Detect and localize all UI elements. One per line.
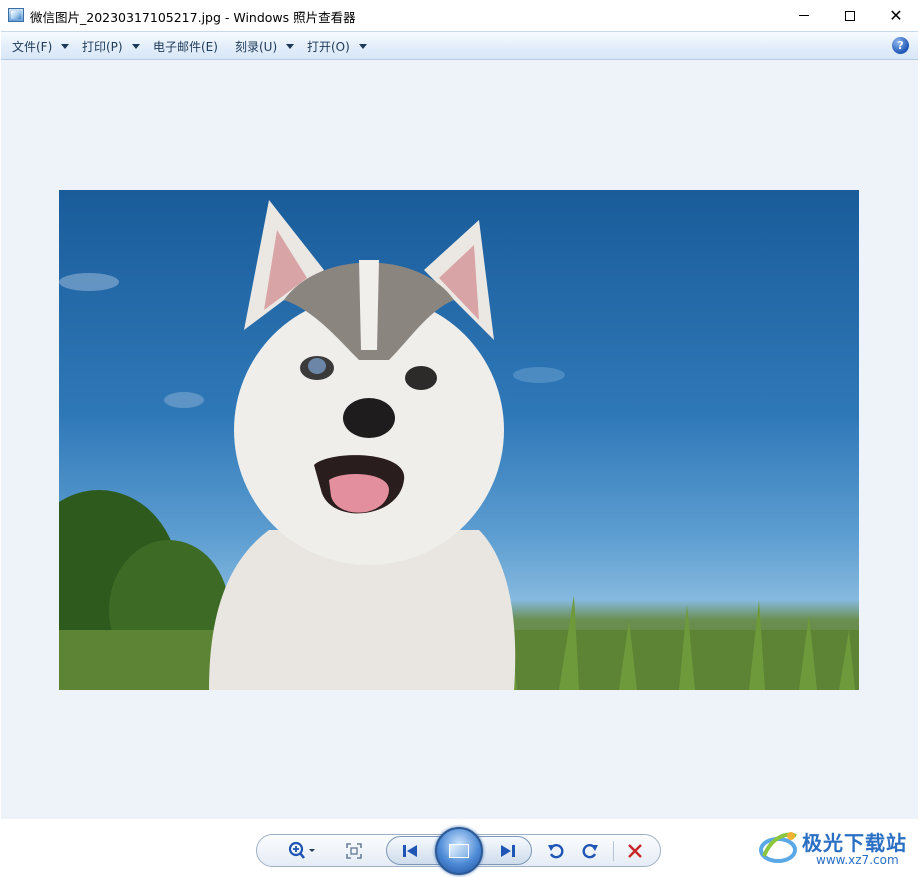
menu-burn-label: 刻录(U) <box>235 40 278 54</box>
minimize-icon <box>799 15 809 16</box>
displayed-photo <box>59 190 859 690</box>
previous-icon <box>403 845 417 857</box>
rotate-counterclockwise-button[interactable] <box>545 840 567 862</box>
chevron-down-icon <box>358 44 367 49</box>
photo-viewer-app-icon[interactable] <box>8 8 24 22</box>
menu-open-label: 打开(O) <box>307 40 350 54</box>
menu-email[interactable]: 电子邮件(E) <box>153 38 218 55</box>
next-icon <box>501 845 515 857</box>
watermark-url: www.xz7.com <box>816 853 899 867</box>
delete-button[interactable] <box>624 840 646 862</box>
close-icon: ✕ <box>889 5 903 25</box>
chevron-down-icon <box>131 44 140 49</box>
menu-open[interactable]: 打开(O) <box>307 38 367 55</box>
rotate-clockwise-button[interactable] <box>579 840 601 862</box>
menu-print-label: 打印(P) <box>82 40 123 54</box>
window-title: 微信图片_20230317105217.jpg - Windows 照片查看器 <box>30 10 356 25</box>
maximize-button[interactable] <box>827 0 873 31</box>
close-button[interactable]: ✕ <box>873 0 919 31</box>
husky-puppy-illustration <box>59 200 859 690</box>
slideshow-icon <box>449 844 469 858</box>
delete-icon <box>628 844 642 858</box>
menu-print[interactable]: 打印(P) <box>82 38 140 55</box>
menu-bar: 文件(F) 打印(P) 电子邮件(E) 刻录(U) 打开(O) ? <box>1 31 918 60</box>
maximize-icon <box>845 10 855 21</box>
chevron-down-icon <box>61 44 70 49</box>
next-button[interactable] <box>494 841 522 861</box>
slideshow-button[interactable] <box>435 827 483 875</box>
rotate-clockwise-icon <box>582 844 598 859</box>
previous-button[interactable] <box>396 841 424 861</box>
site-watermark: 极光下载站 www.xz7.com <box>758 823 916 873</box>
actual-size-icon <box>346 843 362 859</box>
menu-burn[interactable]: 刻录(U) <box>235 38 295 55</box>
menu-file-label: 文件(F) <box>12 40 53 54</box>
toolbar-divider <box>613 841 614 861</box>
title-bar: 微信图片_20230317105217.jpg - Windows 照片查看器 … <box>0 0 919 31</box>
menu-file[interactable]: 文件(F) <box>12 38 70 55</box>
watermark-logo-icon <box>759 832 797 863</box>
zoom-icon <box>288 841 315 859</box>
rotate-counterclockwise-icon <box>548 844 564 859</box>
minimize-button[interactable] <box>781 0 827 31</box>
menu-email-label: 电子邮件(E) <box>153 40 218 54</box>
actual-size-button[interactable] <box>343 841 365 861</box>
zoom-button[interactable] <box>284 841 320 861</box>
watermark-title: 极光下载站 <box>802 831 907 855</box>
chevron-down-icon <box>286 44 295 49</box>
image-viewer-area <box>1 60 918 819</box>
help-icon[interactable]: ? <box>892 37 909 54</box>
